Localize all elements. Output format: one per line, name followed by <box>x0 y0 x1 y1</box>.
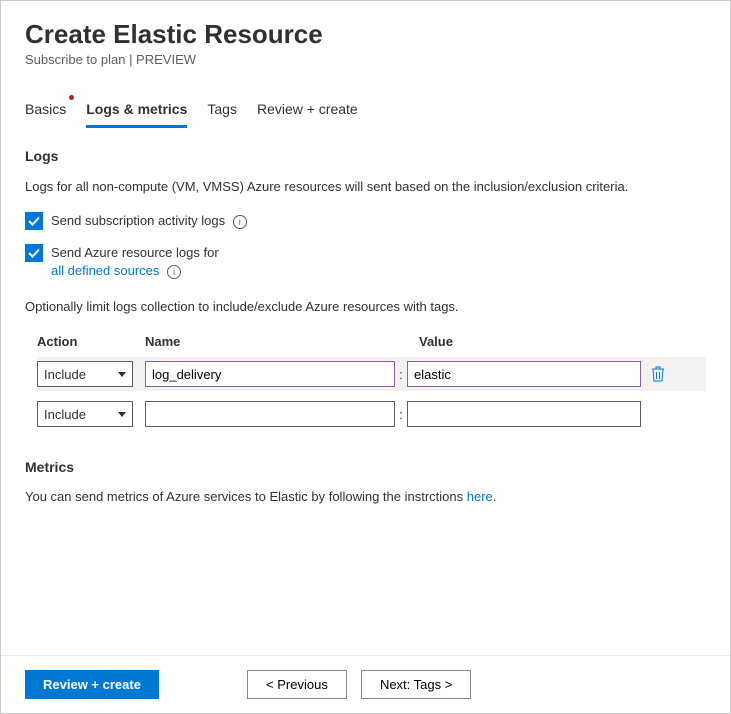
trash-icon <box>651 366 665 382</box>
tab-review-create-label: Review + create <box>257 101 358 117</box>
tab-basics[interactable]: Basics <box>25 95 66 128</box>
cb1-text: Send subscription activity logs <box>51 213 225 228</box>
checkbox-resource-logs-label: Send Azure resource logs for all defined… <box>51 244 219 280</box>
tab-review-create[interactable]: Review + create <box>257 95 358 128</box>
tag-value-input[interactable] <box>407 361 641 387</box>
tab-logs-metrics-label: Logs & metrics <box>86 101 187 117</box>
review-create-button[interactable]: Review + create <box>25 670 159 699</box>
tab-basics-label: Basics <box>25 101 66 117</box>
colon-separator: : <box>395 367 407 382</box>
validation-dot-icon <box>69 95 74 100</box>
wizard-footer: Review + create < Previous Next: Tags > <box>1 655 730 713</box>
logs-heading: Logs <box>25 148 706 164</box>
tag-name-input[interactable] <box>145 401 395 427</box>
metrics-desc-suffix: . <box>493 489 497 504</box>
tab-logs-metrics[interactable]: Logs & metrics <box>86 95 187 128</box>
previous-button[interactable]: < Previous <box>247 670 347 699</box>
logs-description: Logs for all non-compute (VM, VMSS) Azur… <box>25 178 706 196</box>
col-header-action: Action <box>37 334 145 349</box>
checkmark-icon <box>28 247 40 259</box>
action-select[interactable]: Include <box>37 361 133 387</box>
limit-description: Optionally limit logs collection to incl… <box>25 298 706 316</box>
tag-row: Include : <box>37 397 706 431</box>
metrics-description: You can send metrics of Azure services t… <box>25 489 706 504</box>
action-select[interactable]: Include <box>37 401 133 427</box>
metrics-here-link[interactable]: here <box>467 489 493 504</box>
col-header-value: Value <box>419 334 665 349</box>
checkbox-row-subscription-logs: Send subscription activity logs i <box>25 212 706 230</box>
all-defined-sources-link[interactable]: all defined sources <box>51 263 159 278</box>
cb2-prefix: Send Azure resource logs for <box>51 245 219 260</box>
tag-value-input[interactable] <box>407 401 641 427</box>
tag-filter-table: Action Name Value Include : Include : <box>25 334 706 431</box>
checkbox-row-resource-logs: Send Azure resource logs for all defined… <box>25 244 706 280</box>
action-select-value: Include <box>44 367 86 382</box>
info-icon[interactable]: i <box>167 265 181 279</box>
tag-table-header: Action Name Value <box>37 334 706 349</box>
tag-row: Include : <box>37 357 706 391</box>
metrics-section: Metrics You can send metrics of Azure se… <box>25 459 706 504</box>
page-title: Create Elastic Resource <box>25 19 706 50</box>
checkbox-resource-logs[interactable] <box>25 244 43 262</box>
action-select-value: Include <box>44 407 86 422</box>
info-icon[interactable]: i <box>233 215 247 229</box>
delete-row-button[interactable] <box>647 363 669 385</box>
checkbox-subscription-logs[interactable] <box>25 212 43 230</box>
tab-bar: Basics Logs & metrics Tags Review + crea… <box>25 95 706 128</box>
metrics-heading: Metrics <box>25 459 706 475</box>
checkbox-subscription-logs-label: Send subscription activity logs i <box>51 212 247 230</box>
tab-tags[interactable]: Tags <box>207 95 237 128</box>
checkmark-icon <box>28 215 40 227</box>
tab-tags-label: Tags <box>207 101 237 117</box>
next-button[interactable]: Next: Tags > <box>361 670 471 699</box>
col-header-name: Name <box>145 334 407 349</box>
page-subtitle: Subscribe to plan | PREVIEW <box>25 52 706 67</box>
create-resource-page: Create Elastic Resource Subscribe to pla… <box>0 0 731 714</box>
tag-name-input[interactable] <box>145 361 395 387</box>
metrics-desc-prefix: You can send metrics of Azure services t… <box>25 489 467 504</box>
colon-separator: : <box>395 407 407 422</box>
